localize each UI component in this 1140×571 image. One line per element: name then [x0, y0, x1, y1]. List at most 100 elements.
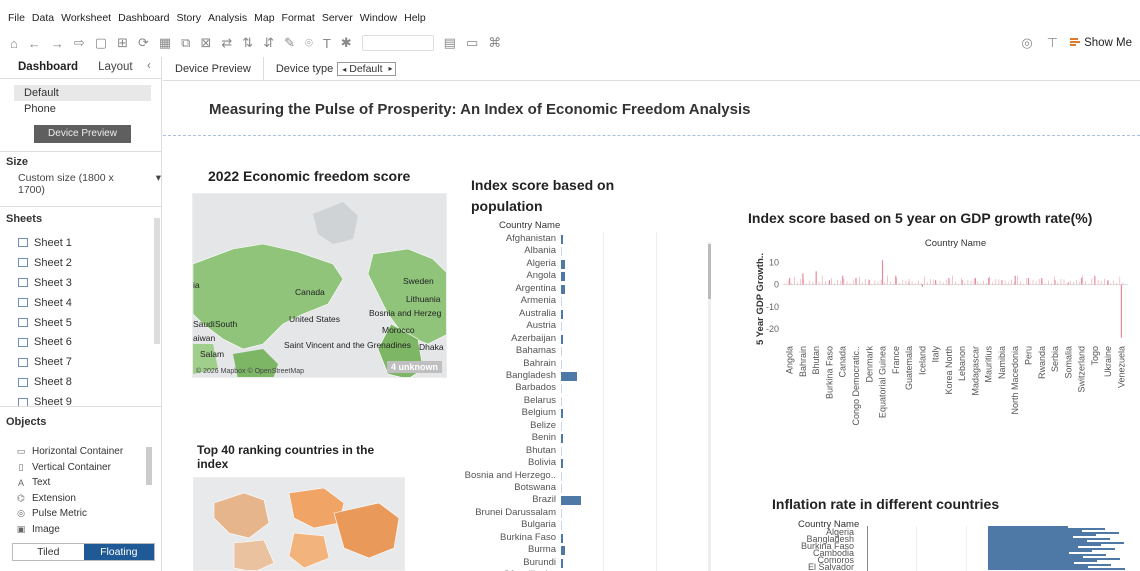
- duplicate-icon[interactable]: ⧉: [181, 35, 190, 51]
- population-bar[interactable]: [561, 371, 578, 381]
- population-bar[interactable]: [561, 496, 581, 506]
- population-bar[interactable]: [561, 508, 562, 518]
- population-bar[interactable]: [561, 309, 564, 319]
- population-bar[interactable]: [561, 421, 562, 431]
- population-bar[interactable]: [561, 459, 563, 469]
- menu-item-data[interactable]: Data: [32, 12, 54, 28]
- economic-freedom-map[interactable]: Sweden Lithuania Canada United States Bo…: [192, 193, 447, 378]
- population-row[interactable]: Azerbaijan: [459, 333, 654, 346]
- population-row[interactable]: Algeria: [459, 258, 654, 271]
- population-bar[interactable]: [561, 521, 562, 531]
- menu-item-map[interactable]: Map: [254, 12, 274, 28]
- menu-item-window[interactable]: Window: [360, 12, 397, 28]
- population-row[interactable]: Barbados: [459, 382, 654, 395]
- sheet-item[interactable]: Sheet 1: [0, 233, 161, 253]
- tiled-button[interactable]: Tiled: [13, 544, 84, 560]
- population-bar[interactable]: [561, 359, 562, 369]
- population-bar[interactable]: [561, 384, 562, 394]
- labels-icon[interactable]: T: [323, 36, 331, 51]
- gdp-growth-bar-chart[interactable]: Country Name 5 Year GDP Growth.. 10 0 -10 -20…: [753, 232, 1138, 442]
- lock-icon[interactable]: ◎: [1021, 35, 1032, 51]
- swap-icon[interactable]: ⇄: [221, 35, 232, 51]
- population-bar[interactable]: [561, 334, 563, 344]
- floating-button[interactable]: Floating: [83, 544, 154, 560]
- tab-layout[interactable]: Layout: [78, 57, 147, 78]
- save-icon[interactable]: ▢: [95, 35, 107, 51]
- sheet-item[interactable]: Sheet 7: [0, 352, 161, 372]
- population-bar[interactable]: [561, 434, 563, 444]
- device-item-default[interactable]: Default: [14, 85, 151, 101]
- home-icon[interactable]: ⌂: [10, 36, 18, 51]
- highlight-icon[interactable]: ✎: [284, 35, 295, 51]
- menu-item-dashboard[interactable]: Dashboard: [118, 12, 169, 28]
- show-me-button[interactable]: ◎ ⊤ Show Me: [1021, 35, 1132, 51]
- device-type-select[interactable]: ◂ Default ▸: [337, 61, 396, 76]
- population-row[interactable]: Belarus: [459, 395, 654, 408]
- population-row[interactable]: Bhutan: [459, 445, 654, 458]
- share-icon[interactable]: ⌘: [488, 35, 501, 51]
- population-bar[interactable]: [561, 446, 562, 456]
- tab-dashboard[interactable]: Dashboard: [0, 57, 78, 78]
- device-item-phone[interactable]: Phone: [14, 101, 151, 117]
- presentation-icon[interactable]: ▭: [466, 35, 478, 51]
- population-row[interactable]: Bangladesh: [459, 370, 654, 383]
- population-bar[interactable]: [561, 297, 562, 307]
- population-bar[interactable]: [561, 546, 565, 556]
- object-item[interactable]: A Text: [0, 475, 161, 491]
- device-preview-tab[interactable]: Device Preview: [163, 56, 264, 81]
- inflation-bar[interactable]: [988, 568, 1125, 570]
- population-bar[interactable]: [561, 272, 565, 282]
- population-row[interactable]: Belgium: [459, 407, 654, 420]
- population-bar[interactable]: [561, 558, 563, 568]
- population-row[interactable]: Bolivia: [459, 457, 654, 470]
- menu-item-story[interactable]: Story: [176, 12, 201, 28]
- sheet-item[interactable]: Sheet 5: [0, 313, 161, 333]
- menu-item-worksheet[interactable]: Worksheet: [61, 12, 111, 28]
- population-row[interactable]: Bahrain: [459, 358, 654, 371]
- menu-item-help[interactable]: Help: [404, 12, 426, 28]
- object-item[interactable]: ▣ Image: [0, 522, 161, 538]
- size-dropdown[interactable]: Custom size (1800 x 1700) ▾: [0, 172, 161, 196]
- population-row[interactable]: Burma: [459, 544, 654, 557]
- sheet-item[interactable]: Sheet 6: [0, 332, 161, 352]
- object-item[interactable]: ◎ Pulse Metric: [0, 506, 161, 522]
- forward-icon[interactable]: →: [51, 36, 64, 51]
- object-item[interactable]: ⌬ Extension: [0, 491, 161, 507]
- population-row[interactable]: Belize: [459, 420, 654, 433]
- population-row[interactable]: Brunei Darussalam: [459, 507, 654, 520]
- population-bar[interactable]: [561, 484, 562, 493]
- population-row[interactable]: Australia: [459, 308, 654, 321]
- pause-updates-icon[interactable]: ⟳: [138, 35, 149, 51]
- inflation-bar-chart[interactable]: Country Name Algeria Bangladesh Burkina Fa…: [766, 518, 1126, 571]
- population-row[interactable]: Angola: [459, 270, 654, 283]
- redo-icon[interactable]: ⇨: [74, 35, 85, 51]
- group-icon[interactable]: ⌾: [305, 35, 313, 51]
- unknown-locations-badge[interactable]: 4 unknown: [387, 361, 442, 373]
- population-row[interactable]: Bosnia and Herzego..: [459, 470, 654, 483]
- scrollbar-thumb[interactable]: [708, 244, 711, 299]
- population-row[interactable]: Bahamas: [459, 345, 654, 358]
- object-item[interactable]: ▯ Vertical Container: [0, 460, 161, 476]
- menu-item-server[interactable]: Server: [322, 12, 353, 28]
- menu-item-analysis[interactable]: Analysis: [208, 12, 247, 28]
- population-bar[interactable]: [561, 284, 565, 294]
- menu-item-file[interactable]: File: [8, 12, 25, 28]
- population-row[interactable]: Bulgaria: [459, 519, 654, 532]
- population-bar[interactable]: [561, 235, 564, 244]
- population-row[interactable]: Benin: [459, 432, 654, 445]
- sheet-item[interactable]: Sheet 3: [0, 273, 161, 293]
- objects-scrollbar[interactable]: [146, 447, 152, 485]
- back-icon[interactable]: ←: [28, 36, 41, 51]
- population-row[interactable]: Argentina: [459, 283, 654, 296]
- collapse-panel-icon[interactable]: ‹: [147, 57, 161, 78]
- population-bar[interactable]: [561, 247, 562, 257]
- population-row[interactable]: Burundi: [459, 557, 654, 570]
- population-row[interactable]: Albania: [459, 245, 654, 258]
- population-bar[interactable]: [561, 322, 562, 332]
- object-item[interactable]: ▭ Horizontal Container: [0, 444, 161, 460]
- population-scrollbar[interactable]: [708, 242, 711, 571]
- population-row[interactable]: Brazil: [459, 494, 654, 507]
- device-preview-button[interactable]: Device Preview: [34, 125, 131, 143]
- population-row[interactable]: Afghanistan: [459, 233, 654, 246]
- clear-icon[interactable]: ⊠: [200, 35, 211, 51]
